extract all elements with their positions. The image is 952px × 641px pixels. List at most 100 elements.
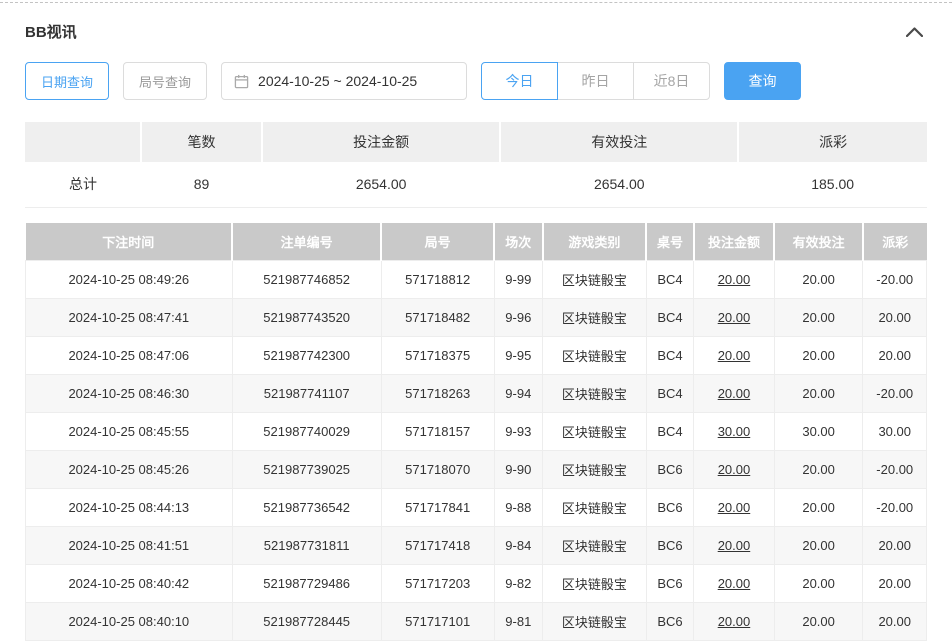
cell-bet-time: 2024-10-25 08:47:41: [26, 299, 233, 337]
cell-session: 9-90: [494, 451, 542, 489]
date-range-input[interactable]: 2024-10-25 ~ 2024-10-25: [221, 62, 467, 100]
cell-payout: 20.00: [863, 565, 927, 603]
cell-order-no: 521987731811: [232, 527, 381, 565]
cell-order-no: 521987736542: [232, 489, 381, 527]
quick-filter-today[interactable]: 今日: [481, 62, 558, 100]
quick-filter-yesterday[interactable]: 昨日: [557, 62, 634, 100]
cell-session: 9-99: [494, 261, 542, 299]
col-header-order-no: 注单编号: [232, 223, 381, 261]
summary-total-label: 总计: [25, 162, 141, 207]
col-header-payout: 派彩: [863, 223, 927, 261]
cell-payout: 20.00: [863, 603, 927, 641]
cell-table-no: BC6: [646, 565, 693, 603]
summary-total-valid-bet: 2654.00: [500, 162, 738, 207]
summary-header-empty: [25, 122, 141, 162]
cell-payout: 20.00: [863, 527, 927, 565]
cell-bet-amount-link[interactable]: 20.00: [694, 489, 775, 527]
cell-valid-bet: 20.00: [774, 603, 863, 641]
search-button[interactable]: 查询: [724, 62, 801, 100]
cell-session: 9-84: [494, 527, 542, 565]
cell-payout: 20.00: [863, 299, 927, 337]
cell-bet-time: 2024-10-25 08:40:10: [26, 603, 233, 641]
cell-table-no: BC4: [646, 337, 693, 375]
col-header-valid-bet: 有效投注: [774, 223, 863, 261]
col-header-session: 场次: [494, 223, 542, 261]
cell-valid-bet: 20.00: [774, 299, 863, 337]
top-dashed-divider: [0, 2, 952, 3]
cell-session: 9-95: [494, 337, 542, 375]
cell-valid-bet: 30.00: [774, 413, 863, 451]
cell-table-no: BC6: [646, 451, 693, 489]
cell-table-no: BC4: [646, 261, 693, 299]
cell-game-type: 区块链骰宝: [543, 565, 647, 603]
summary-header-bet-amount: 投注金额: [262, 122, 500, 162]
table-row: 2024-10-25 08:47:06 521987742300 5717183…: [26, 337, 927, 375]
date-query-tab[interactable]: 日期查询: [25, 62, 109, 100]
cell-session: 9-88: [494, 489, 542, 527]
cell-bet-time: 2024-10-25 08:49:26: [26, 261, 233, 299]
cell-order-no: 521987729486: [232, 565, 381, 603]
cell-valid-bet: 20.00: [774, 527, 863, 565]
cell-bet-time: 2024-10-25 08:45:26: [26, 451, 233, 489]
table-row: 2024-10-25 08:47:41 521987743520 5717184…: [26, 299, 927, 337]
cell-bet-amount-link[interactable]: 20.00: [694, 565, 775, 603]
cell-round-no: 571718263: [381, 375, 494, 413]
cell-game-type: 区块链骰宝: [543, 603, 647, 641]
cell-round-no: 571717841: [381, 489, 494, 527]
calendar-icon: [234, 74, 249, 89]
cell-payout: 30.00: [863, 413, 927, 451]
cell-payout: -20.00: [863, 489, 927, 527]
cell-bet-amount-link[interactable]: 20.00: [694, 527, 775, 565]
cell-round-no: 571717203: [381, 565, 494, 603]
cell-table-no: BC6: [646, 527, 693, 565]
cell-game-type: 区块链骰宝: [543, 451, 647, 489]
col-header-table-no: 桌号: [646, 223, 693, 261]
quick-filter-last8days[interactable]: 近8日: [633, 62, 710, 100]
page-title: BB视讯: [25, 21, 77, 42]
cell-bet-time: 2024-10-25 08:44:13: [26, 489, 233, 527]
cell-session: 9-93: [494, 413, 542, 451]
records-table: 下注时间 注单编号 局号 场次 游戏类别 桌号 投注金额 有效投注 派彩 202…: [25, 223, 927, 641]
cell-round-no: 571718070: [381, 451, 494, 489]
cell-session: 9-82: [494, 565, 542, 603]
cell-game-type: 区块链骰宝: [543, 527, 647, 565]
round-query-tab[interactable]: 局号查询: [123, 62, 207, 100]
cell-bet-amount-link[interactable]: 20.00: [694, 603, 775, 641]
cell-valid-bet: 20.00: [774, 489, 863, 527]
cell-bet-amount-link[interactable]: 20.00: [694, 261, 775, 299]
cell-round-no: 571718375: [381, 337, 494, 375]
cell-bet-amount-link[interactable]: 20.00: [694, 375, 775, 413]
records-body: 2024-10-25 08:49:26 521987746852 5717188…: [26, 261, 927, 641]
cell-round-no: 571717101: [381, 603, 494, 641]
table-row: 2024-10-25 08:46:30 521987741107 5717182…: [26, 375, 927, 413]
cell-round-no: 571718482: [381, 299, 494, 337]
cell-game-type: 区块链骰宝: [543, 299, 647, 337]
collapse-panel-button[interactable]: [902, 23, 927, 41]
cell-table-no: BC4: [646, 413, 693, 451]
cell-order-no: 521987728445: [232, 603, 381, 641]
col-header-round-no: 局号: [381, 223, 494, 261]
cell-bet-amount-link[interactable]: 20.00: [694, 337, 775, 375]
cell-game-type: 区块链骰宝: [543, 375, 647, 413]
cell-table-no: BC4: [646, 375, 693, 413]
table-row: 2024-10-25 08:40:10 521987728445 5717171…: [26, 603, 927, 641]
cell-table-no: BC6: [646, 489, 693, 527]
summary-header-payout: 派彩: [738, 122, 927, 162]
cell-valid-bet: 20.00: [774, 375, 863, 413]
table-row: 2024-10-25 08:49:26 521987746852 5717188…: [26, 261, 927, 299]
table-row: 2024-10-25 08:41:51 521987731811 5717174…: [26, 527, 927, 565]
summary-header-valid-bet: 有效投注: [500, 122, 738, 162]
cell-bet-time: 2024-10-25 08:45:55: [26, 413, 233, 451]
cell-payout: 20.00: [863, 337, 927, 375]
cell-order-no: 521987746852: [232, 261, 381, 299]
quick-filter-group: 今日 昨日 近8日: [481, 62, 710, 100]
cell-bet-amount-link[interactable]: 30.00: [694, 413, 775, 451]
summary-total-count: 89: [141, 162, 262, 207]
cell-bet-amount-link[interactable]: 20.00: [694, 299, 775, 337]
cell-bet-time: 2024-10-25 08:46:30: [26, 375, 233, 413]
cell-valid-bet: 20.00: [774, 565, 863, 603]
cell-bet-amount-link[interactable]: 20.00: [694, 451, 775, 489]
summary-total-payout: 185.00: [738, 162, 927, 207]
bb-video-panel: BB视讯 日期查询 局号查询 2024-10-25 ~ 2024-10-25 今…: [0, 21, 952, 641]
cell-table-no: BC4: [646, 299, 693, 337]
